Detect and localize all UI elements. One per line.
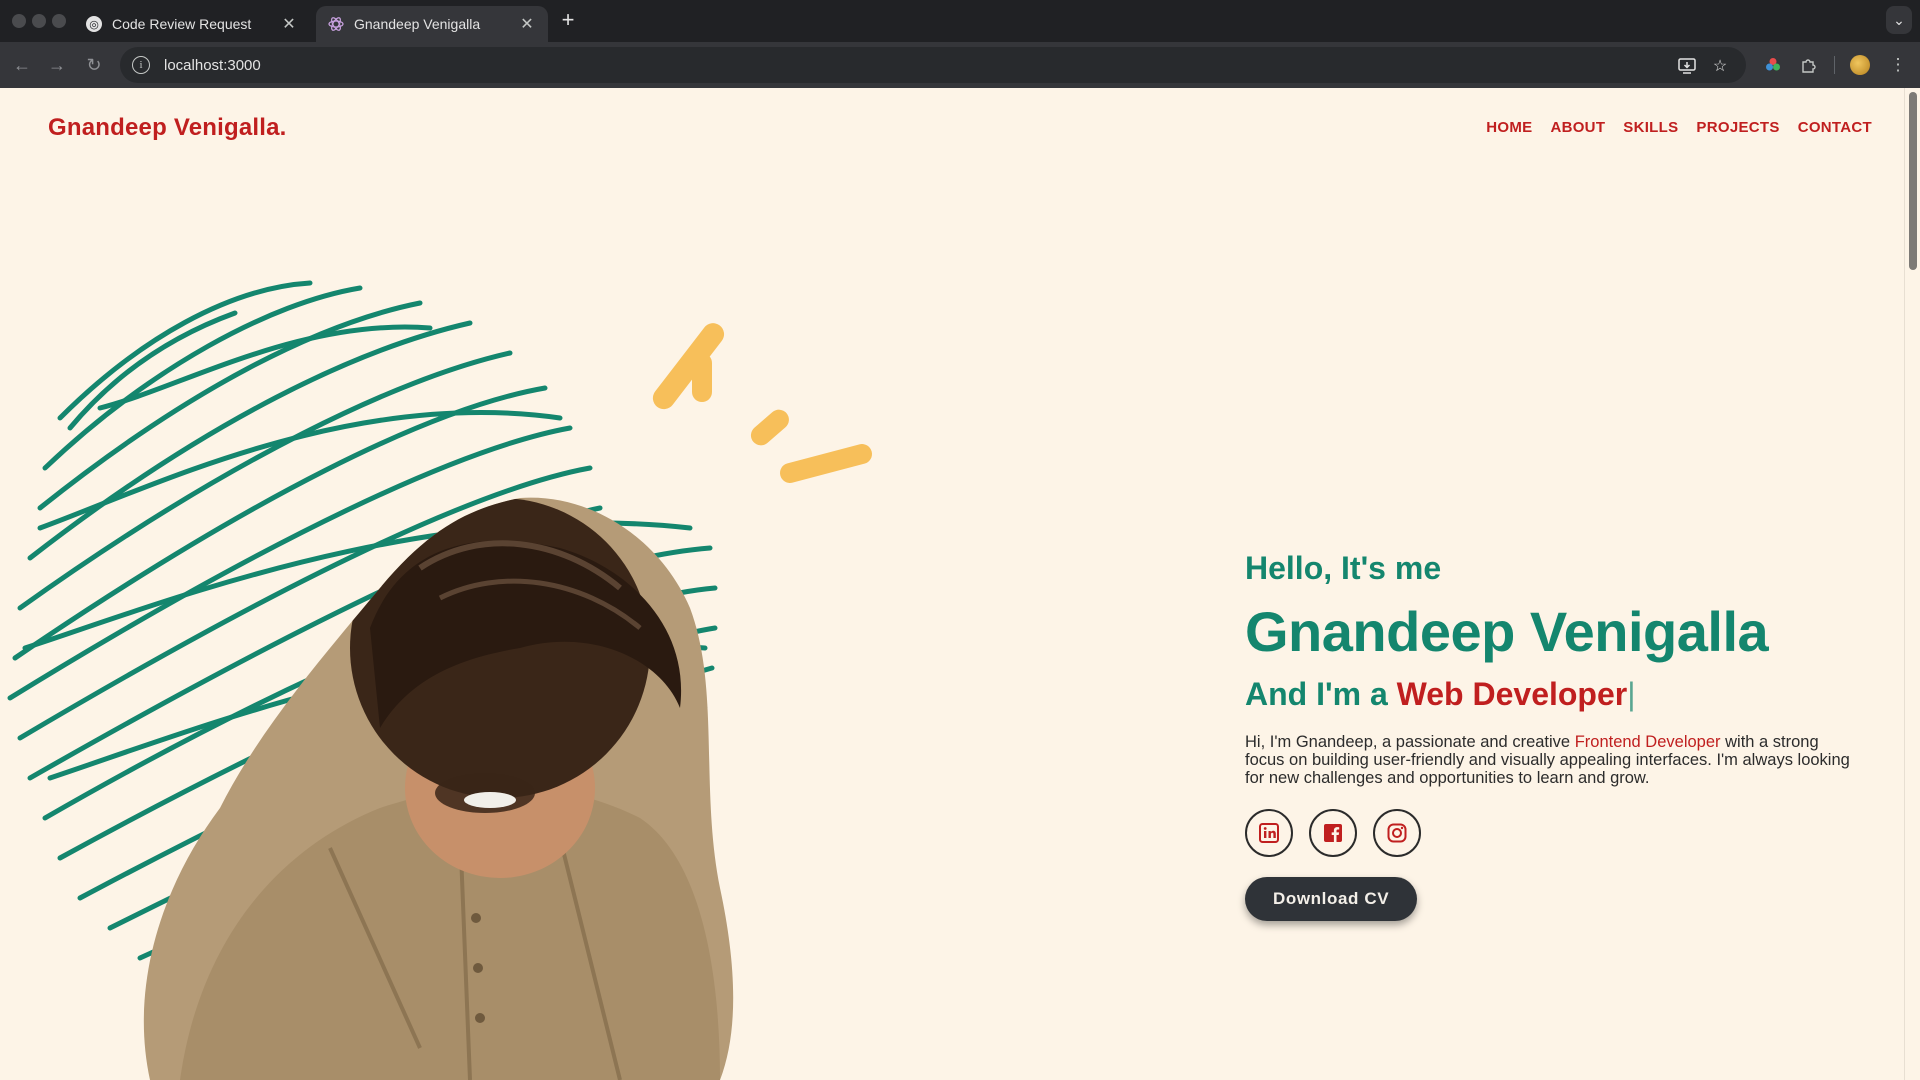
download-cv-button[interactable]: Download CV — [1245, 877, 1418, 921]
instagram-link[interactable] — [1373, 809, 1421, 857]
tab-code-review-request[interactable]: ◎ Code Review Request ✕ — [74, 6, 310, 42]
page-viewport: Gnandeep Venigalla. HOME ABOUT SKILLS PR… — [0, 88, 1904, 1080]
social-links — [1245, 809, 1855, 857]
install-app-icon[interactable] — [1676, 55, 1698, 77]
hero-bio: Hi, I'm Gnandeep, a passionate and creat… — [1245, 733, 1855, 787]
new-tab-plus-icon[interactable]: + — [556, 7, 580, 32]
openai-icon: ◎ — [86, 16, 102, 32]
main-nav: HOME ABOUT SKILLS PROJECTS CONTACT — [1486, 119, 1872, 136]
reload-icon[interactable]: ↻ — [82, 53, 106, 77]
accent-strokes — [652, 323, 872, 483]
extensions-puzzle-icon[interactable] — [1796, 53, 1820, 77]
nav-about[interactable]: ABOUT — [1550, 119, 1605, 136]
bio-text-start: Hi, I'm Gnandeep, a passionate and creat… — [1245, 733, 1575, 751]
tab-search-chevron-icon[interactable]: ⌄ — [1886, 6, 1912, 34]
facebook-icon — [1324, 824, 1342, 842]
window-minimize-dot[interactable] — [32, 14, 46, 28]
bio-highlight: Frontend Developer — [1574, 733, 1721, 751]
nav-contact[interactable]: CONTACT — [1798, 119, 1872, 136]
window-zoom-dot[interactable] — [52, 14, 66, 28]
instagram-icon — [1387, 823, 1407, 843]
hero-greeting: Hello, It's me — [1245, 550, 1442, 586]
browser-menu-kebab-icon[interactable]: ⋮ — [1886, 53, 1910, 77]
back-arrow-icon[interactable]: ← — [10, 53, 34, 77]
close-icon[interactable]: ✕ — [280, 15, 298, 33]
tab-gnandeep-venigalla[interactable]: Gnandeep Venigalla ✕ — [316, 6, 548, 42]
browser-tab-bar: ◎ Code Review Request ✕ Gnandeep Venigal… — [0, 0, 1920, 42]
linkedin-link[interactable] — [1245, 809, 1293, 857]
bookmark-star-icon[interactable]: ☆ — [1709, 55, 1731, 77]
forward-arrow-icon[interactable]: → — [45, 53, 69, 77]
linkedin-icon — [1259, 823, 1279, 843]
profile-avatar[interactable] — [1848, 53, 1872, 77]
close-icon[interactable]: ✕ — [518, 15, 536, 33]
window-close-dot[interactable] — [12, 14, 26, 28]
page-scrollbar[interactable] — [1904, 88, 1920, 1080]
facebook-link[interactable] — [1309, 809, 1357, 857]
site-info-icon[interactable]: i — [132, 56, 150, 74]
portrait-photo — [143, 497, 734, 1080]
hero-role-line: And I'm a Web Developer| — [1245, 676, 1855, 713]
typing-cursor: | — [1627, 676, 1636, 712]
nav-home[interactable]: HOME — [1486, 119, 1532, 136]
react-icon — [328, 16, 344, 32]
url-text[interactable]: localhost:3000 — [164, 57, 261, 74]
hero-name: Gnandeep Venigalla — [1245, 600, 1769, 663]
scrollbar-thumb[interactable] — [1909, 92, 1917, 270]
browser-toolbar: ← → ↻ i localhost:3000 ☆ ⋮ — [0, 42, 1920, 88]
tab-title: Code Review Request — [112, 16, 252, 32]
nav-skills[interactable]: SKILLS — [1623, 119, 1678, 136]
role-prefix: And I'm a — [1245, 676, 1397, 712]
role-title: Web Developer — [1396, 676, 1628, 712]
hero-illustration — [7, 280, 872, 1080]
hero-intro: Hello, It's me Gnandeep Venigalla And I'… — [1245, 550, 1855, 921]
tab-title: Gnandeep Venigalla — [354, 16, 481, 32]
nav-projects[interactable]: PROJECTS — [1696, 119, 1779, 136]
color-extension-icon[interactable] — [1761, 53, 1785, 77]
toolbar-divider — [1834, 56, 1835, 74]
address-bar[interactable]: i localhost:3000 ☆ — [120, 47, 1746, 83]
